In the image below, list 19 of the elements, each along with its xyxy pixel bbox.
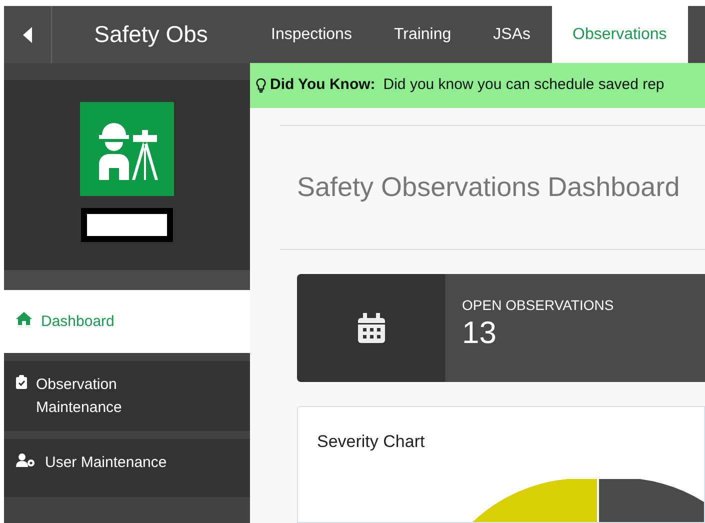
sidebar-item[interactable]: Observation Maintenance [4,361,250,431]
caret-left-icon [23,26,32,42]
tip-text: Did you know you can schedule saved rep [383,75,664,96]
page-title: Safety Observations Dashboard [297,171,680,204]
lightbulb-icon [256,78,266,93]
stat-value: 13 [462,316,498,350]
tip-label: Did You Know: [270,75,376,96]
sidebar-item[interactable]: User Maintenance [4,439,250,497]
nav-tab[interactable]: Inspections [250,6,373,63]
stat-label: OPEN OBSERVATIONS [462,296,615,315]
user-gear-icon [16,453,36,467]
clipboard-icon [16,375,27,389]
home-icon [16,312,32,325]
calendar-icon [358,313,384,343]
nav-tab[interactable]: Observations [552,6,688,63]
app-title: Safety Obs [93,20,209,50]
chart-title: Severity Chart [317,431,426,453]
nav-tab[interactable]: Training [372,6,472,63]
nav-tab[interactable]: JSAs [472,6,552,63]
